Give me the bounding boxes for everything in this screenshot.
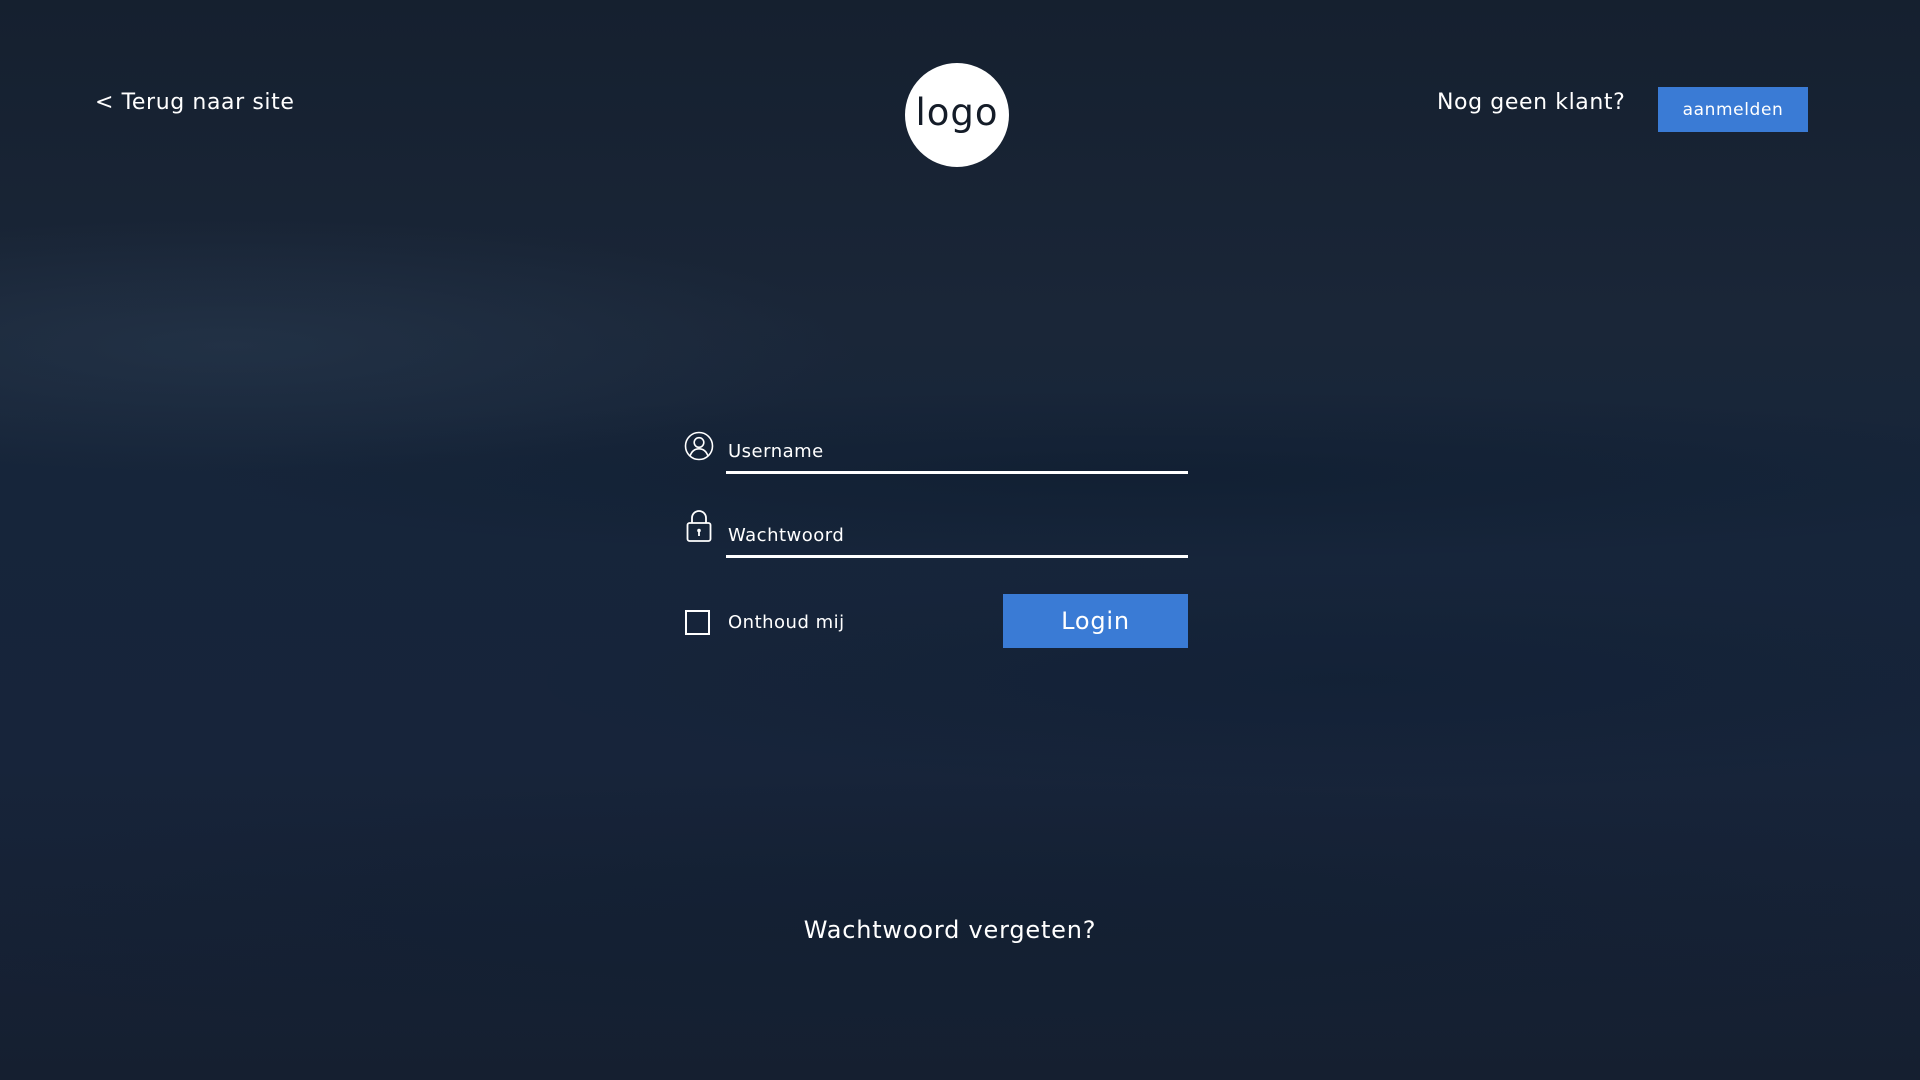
logo: logo (905, 63, 1009, 167)
password-input[interactable] (726, 502, 1188, 558)
logo-text: logo (915, 90, 999, 134)
signup-button[interactable]: aanmelden (1658, 87, 1808, 132)
username-input[interactable] (726, 418, 1188, 474)
remember-me-checkbox[interactable] (685, 610, 710, 635)
password-field-row (684, 502, 1188, 562)
login-button[interactable]: Login (1003, 594, 1188, 648)
no-client-text: Nog geen klant? (1437, 90, 1626, 115)
username-field-row (684, 418, 1188, 478)
lock-icon (684, 510, 714, 542)
back-to-site-link[interactable]: < Terug naar site (95, 90, 295, 115)
user-circle-icon (684, 430, 714, 462)
remember-me-label: Onthoud mij (728, 612, 845, 633)
remember-me[interactable]: Onthoud mij (685, 610, 845, 635)
forgot-password-link[interactable]: Wachtwoord vergeten? (0, 916, 1900, 944)
